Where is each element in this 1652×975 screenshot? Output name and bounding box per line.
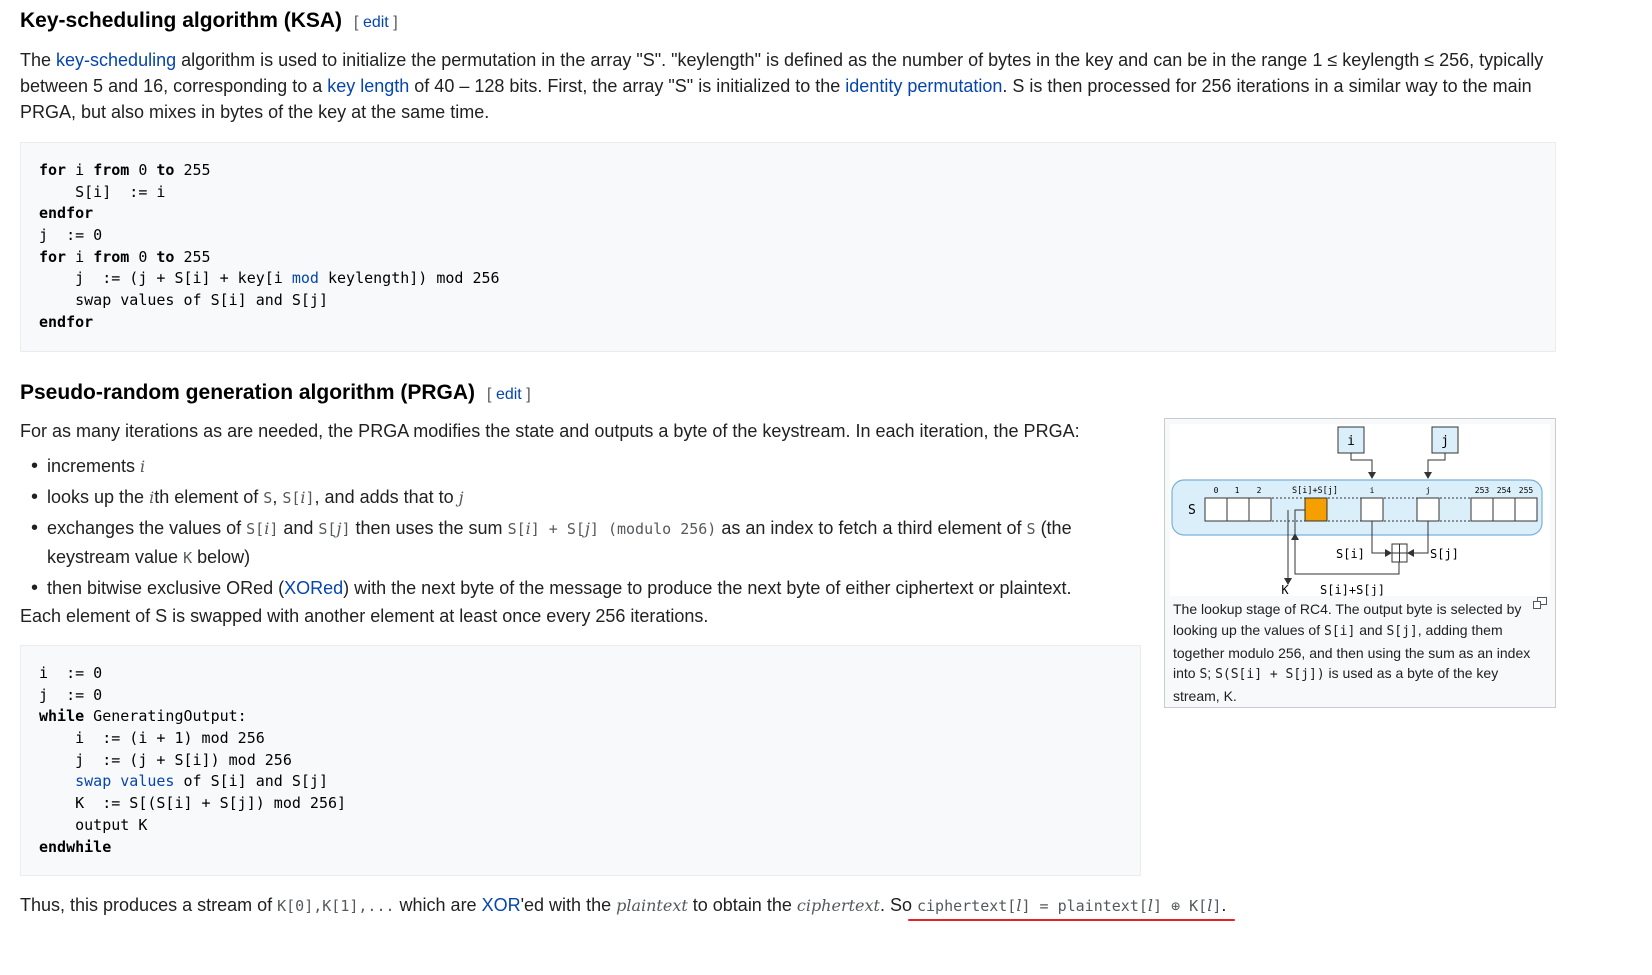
section-heading-ksa: Key-scheduling algorithm (KSA) [ edit ] (20, 9, 398, 33)
link-identity-permutation[interactable]: identity permutation (845, 76, 1002, 96)
svg-text:S[i]+S[j]: S[i]+S[j] (1292, 486, 1338, 496)
edit-link-prga[interactable]: edit (496, 386, 522, 403)
svg-text:i: i (1370, 486, 1375, 495)
code-line: j := 0 (39, 685, 103, 704)
prga-intro: For as many iterations as are needed, th… (20, 421, 1080, 441)
svg-text:255: 255 (1519, 486, 1534, 495)
prga-steps-list: increments i looks up the ith element of… (20, 452, 1100, 604)
cipher-equation: ciphertext[l] = plaintext[l] ⊕ K[l] (916, 896, 1222, 915)
code-line: S[i] := i (39, 182, 166, 201)
svg-text:1: 1 (1235, 486, 1240, 495)
link-swap-values[interactable]: swap values (75, 772, 174, 790)
link-xored[interactable]: XORed (284, 578, 343, 598)
code-line: j := (j + S[i] + key[i mod keylength]) m… (39, 269, 500, 288)
edit-section-prga: [ edit ] (487, 386, 531, 403)
svg-text:254: 254 (1497, 486, 1512, 495)
svg-text:j: j (1441, 434, 1449, 449)
rc4-lookup-diagram[interactable]: i j S 0 1 2 S[i]+S[j] i j 253 254 255 S[… (1170, 424, 1550, 597)
code-line: endwhile (39, 837, 112, 856)
svg-text:K: K (1281, 583, 1289, 596)
link-xor[interactable]: XOR (482, 895, 521, 915)
edit-link-ksa[interactable]: edit (363, 14, 389, 31)
list-item: increments i (20, 452, 1100, 481)
prga-heading-text: Pseudo-random generation algorithm (PRGA… (20, 381, 476, 404)
code-line: i := (i + 1) mod 256 (39, 729, 265, 748)
prga-code-block: i := 0 j := 0 while GeneratingOutput: i … (20, 645, 1141, 876)
code-line: for i from 0 to 255 (39, 247, 211, 266)
ksa-code-block: for i from 0 to 255 S[i] := i endfor j :… (20, 142, 1556, 352)
code-line: endfor (39, 204, 94, 223)
red-underline-annotation (908, 919, 1235, 921)
code-line: swap values of S[i] and S[j] (39, 291, 328, 310)
link-key-length[interactable]: key length (327, 76, 409, 96)
code-line: for i from 0 to 255 (39, 161, 211, 179)
list-item: exchanges the values of S[i] and S[j] th… (20, 514, 1100, 572)
link-key-scheduling[interactable]: key-scheduling (56, 50, 176, 70)
section-heading-prga: Pseudo-random generation algorithm (PRGA… (20, 381, 531, 405)
code-line: swap values of S[i] and S[j] (75, 772, 328, 791)
list-item: then bitwise exclusive ORed (XORed) with… (20, 574, 1100, 602)
code-line: j := 0 (39, 226, 103, 245)
code-line: while GeneratingOutput: (39, 707, 247, 726)
svg-text:2: 2 (1257, 486, 1262, 495)
figure-caption: The lookup stage of RC4. The output byte… (1173, 601, 1531, 705)
prga-swap-note: Each element of S is swapped with anothe… (20, 606, 709, 626)
svg-text:253: 253 (1475, 486, 1490, 495)
svg-text:S[j]: S[j] (1430, 547, 1459, 561)
stream-summary: Thus, this produces a stream of K[0],K[1… (20, 895, 1227, 915)
ksa-paragraph: The key-scheduling algorithm is used to … (20, 50, 1544, 122)
code-line: K := S[(S[i] + S[j]) mod 256] (39, 794, 347, 813)
svg-text:j: j (1426, 486, 1431, 495)
code-line: i := 0 (39, 664, 103, 682)
svg-text:i: i (1347, 434, 1355, 449)
svg-text:S[i]+S[j]: S[i]+S[j] (1320, 583, 1385, 596)
edit-section-ksa: [ edit ] (354, 14, 398, 31)
list-item: looks up the ith element of S, S[i], and… (20, 483, 1100, 512)
svg-text:S[i]: S[i] (1336, 547, 1365, 561)
code-line: output K (39, 815, 148, 834)
svg-text:S: S (1188, 503, 1196, 518)
svg-text:0: 0 (1214, 486, 1219, 495)
rc4-lookup-figure: i j S 0 1 2 S[i]+S[j] i j 253 254 255 S[… (1164, 418, 1556, 708)
code-line: j := (j + S[i]) mod 256 (39, 750, 292, 769)
ksa-heading-text: Key-scheduling algorithm (KSA) (20, 9, 343, 32)
code-line: endfor (39, 312, 94, 331)
